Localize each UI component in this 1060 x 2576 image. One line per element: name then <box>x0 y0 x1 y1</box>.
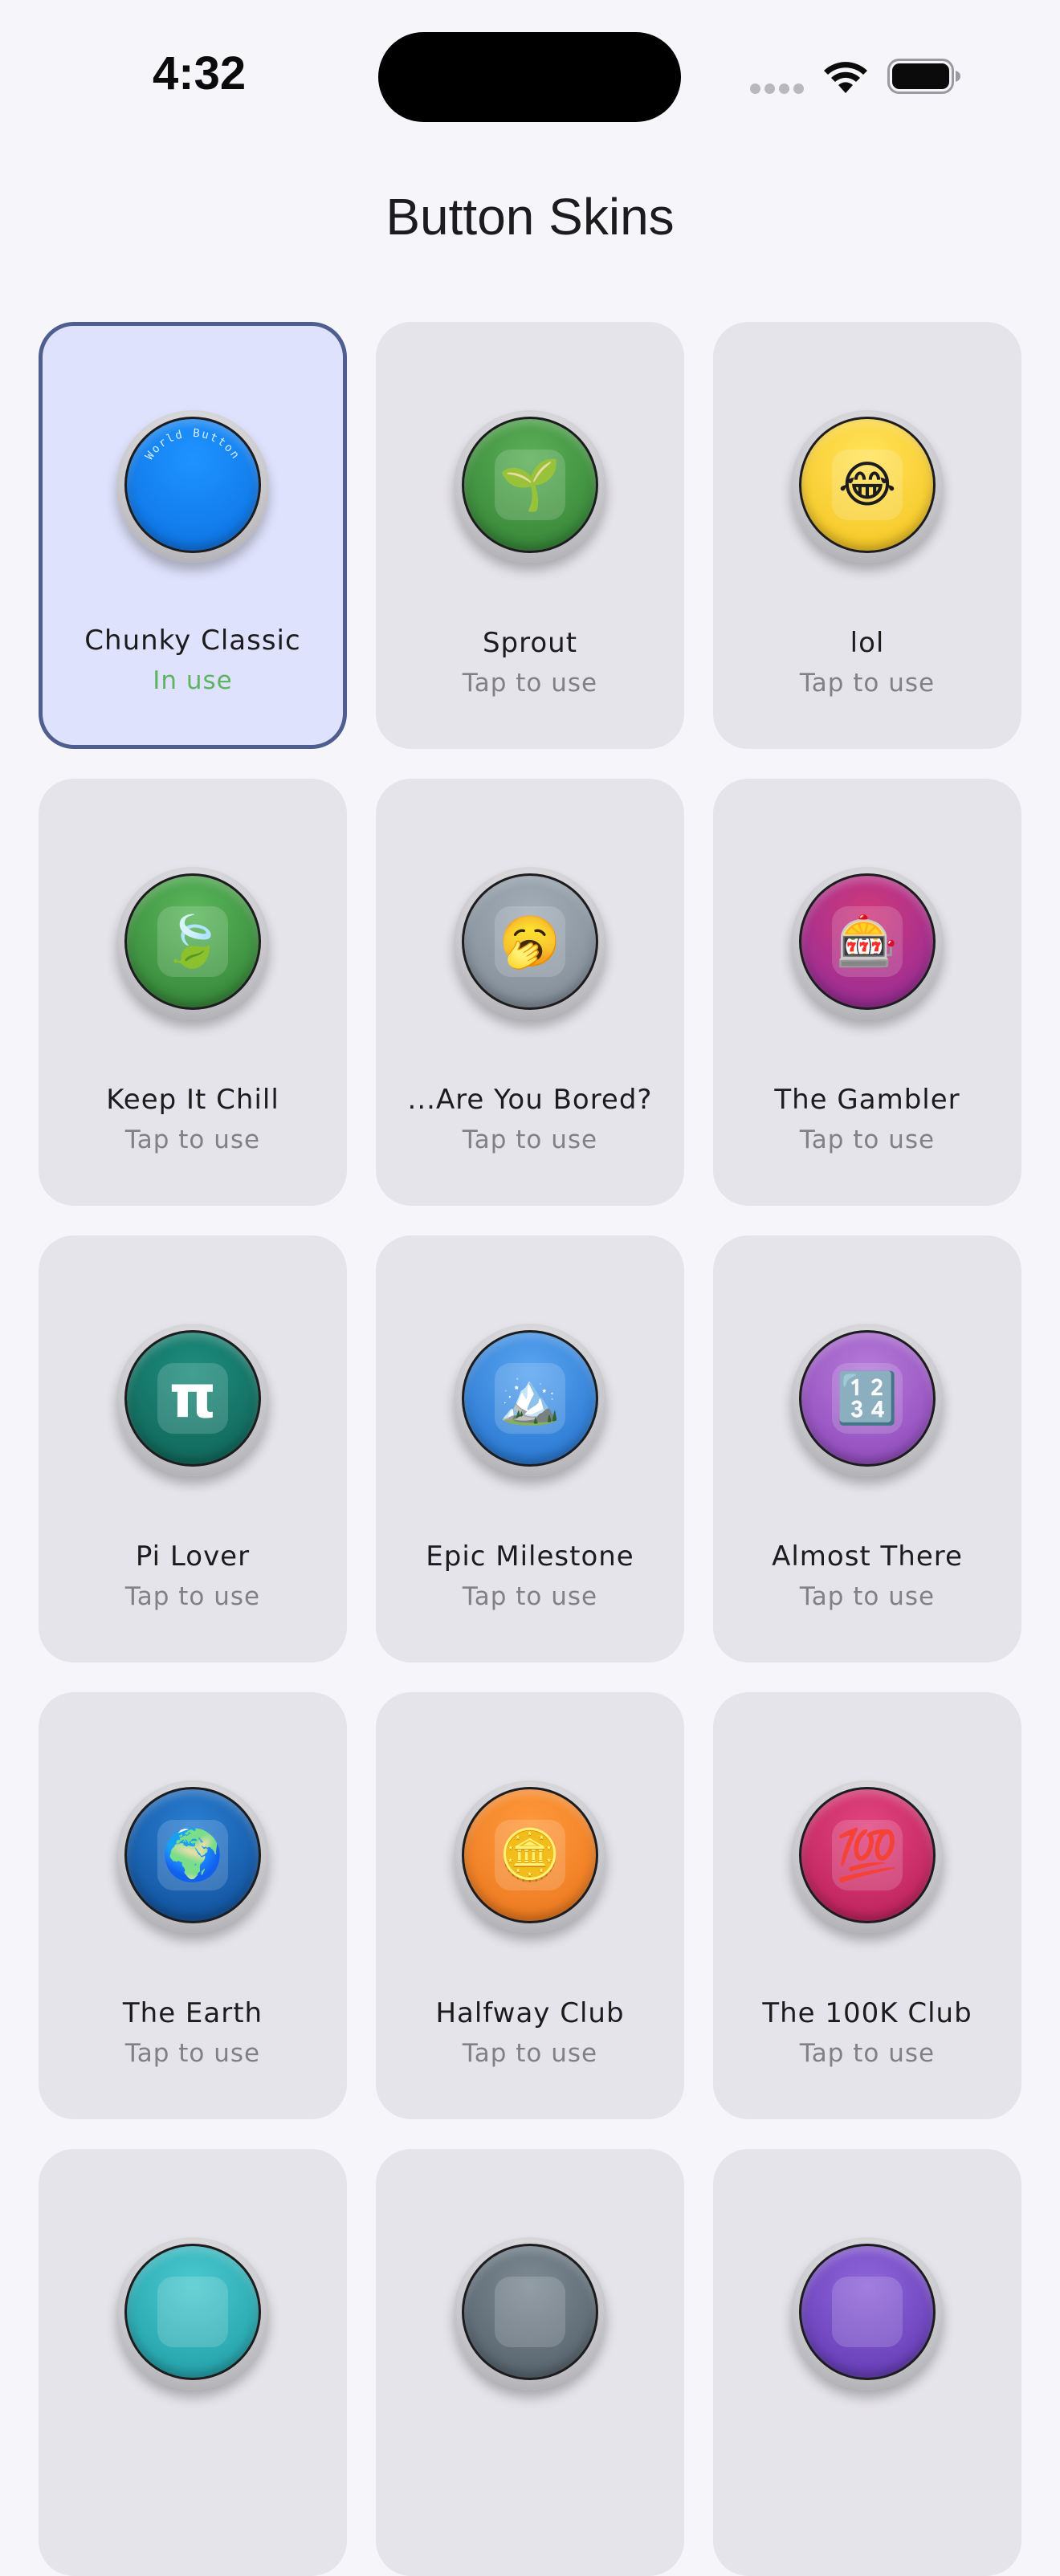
skin-name: Sprout <box>482 627 578 659</box>
skin-button-face: 🌍 <box>124 1787 261 1923</box>
skin-button-preview: 🥱 <box>454 867 606 1019</box>
pi-icon: π <box>169 1362 217 1431</box>
skin-card[interactable]: 🪙 Halfway Club Tap to use <box>376 1692 684 2119</box>
coin-icon: 🪙 <box>499 1825 561 1884</box>
yawning-face-icon: 🥱 <box>499 912 561 971</box>
skin-inner-highlight <box>495 2277 565 2347</box>
wifi-icon <box>824 62 867 93</box>
skin-button-preview: π <box>116 1324 269 1476</box>
page-title: Button Skins <box>385 188 675 246</box>
skin-name: Epic Milestone <box>426 1540 634 1573</box>
skin-card[interactable]: 🌱 Sprout Tap to use <box>376 322 684 749</box>
skin-card[interactable]: World Button Chunky Classic In use <box>39 322 347 749</box>
skin-name: Keep It Chill <box>106 1084 279 1116</box>
skin-status: Tap to use <box>462 669 598 698</box>
skin-button-preview <box>454 2237 606 2390</box>
skin-card[interactable]: 🥱 ...Are You Bored? Tap to use <box>376 779 684 1206</box>
skin-card[interactable]: 🍃 Keep It Chill Tap to use <box>39 779 347 1206</box>
status-time: 4:32 <box>153 47 247 100</box>
skin-name: Halfway Club <box>435 1997 625 2029</box>
skin-status: Tap to use <box>124 1582 261 1611</box>
skin-button-face: World Button <box>124 417 261 553</box>
skin-button-preview: 🎰 <box>791 867 944 1019</box>
skin-button-face: 💯 <box>799 1787 936 1923</box>
skin-button-face: 🏔️ <box>462 1330 598 1467</box>
skin-name: Chunky Classic <box>84 625 301 657</box>
skin-name: lol <box>850 627 885 659</box>
battery-icon <box>887 59 960 94</box>
numbers-icon: 🔢 <box>836 1369 899 1427</box>
skin-button-preview: 🌍 <box>116 1780 269 1933</box>
skin-button-preview: 🪙 <box>454 1780 606 1933</box>
skin-card[interactable] <box>376 2149 684 2576</box>
skin-card[interactable]: 🔢 Almost There Tap to use <box>713 1235 1021 1662</box>
skin-name: The Earth <box>122 1997 263 2029</box>
skin-card[interactable]: 💯 The 100K Club Tap to use <box>713 1692 1021 2119</box>
skin-button-preview: 😂 <box>791 410 944 563</box>
skin-button-face: 🎰 <box>799 873 936 1010</box>
skin-card[interactable]: π Pi Lover Tap to use <box>39 1235 347 1662</box>
status-bar: 4:32 <box>0 0 1060 144</box>
skin-button-face: 😂 <box>799 417 936 553</box>
skin-button-face: 🍃 <box>124 873 261 1010</box>
skin-status: Tap to use <box>124 1125 261 1154</box>
skin-button-face <box>799 2244 936 2380</box>
skin-button-face: π <box>124 1330 261 1467</box>
seedling-icon: 🌱 <box>499 455 561 514</box>
skin-inner-highlight <box>832 2277 903 2347</box>
skin-name: Almost There <box>772 1540 963 1573</box>
mountain-icon: 🏔️ <box>499 1369 561 1427</box>
skin-inner-highlight <box>157 2277 228 2347</box>
skin-button-preview: 🌱 <box>454 410 606 563</box>
dynamic-island <box>378 32 681 122</box>
world-button-arc-label: World Button <box>143 427 243 462</box>
arc-label-text: World Button <box>143 427 241 462</box>
skin-card[interactable] <box>713 2149 1021 2576</box>
slot-machine-icon: 🎰 <box>836 912 899 971</box>
skin-grid: World Button Chunky Classic In use 🌱 Sprout T… <box>39 322 1021 2576</box>
skin-button-face: 🌱 <box>462 417 598 553</box>
hundred-points-icon: 💯 <box>836 1825 899 1884</box>
skin-button-preview: 🏔️ <box>454 1324 606 1476</box>
skin-name: Pi Lover <box>135 1540 251 1573</box>
skin-button-preview <box>791 2237 944 2390</box>
skin-button-face: 🪙 <box>462 1787 598 1923</box>
skin-button-face: 🥱 <box>462 873 598 1010</box>
skin-name: ...Are You Bored? <box>407 1084 653 1116</box>
skin-status: Tap to use <box>799 2039 936 2068</box>
svg-text:World Button: World Button <box>143 427 243 462</box>
leaf-icon: 🍃 <box>161 912 224 971</box>
laughing-face-icon: 😂 <box>838 455 897 514</box>
skin-button-face: 🔢 <box>799 1330 936 1467</box>
skin-card[interactable]: 🏔️ Epic Milestone Tap to use <box>376 1235 684 1662</box>
skin-button-preview: 💯 <box>791 1780 944 1933</box>
skin-status: Tap to use <box>799 1582 936 1611</box>
globe-icon: 🌍 <box>161 1825 224 1884</box>
skin-status-in-use: In use <box>153 666 233 695</box>
cellular-signal-icon <box>750 83 806 95</box>
skin-status: Tap to use <box>124 2039 261 2068</box>
skin-status: Tap to use <box>799 1125 936 1154</box>
skin-button-preview: World Button <box>116 410 269 563</box>
skin-card[interactable]: 😂 lol Tap to use <box>713 322 1021 749</box>
skin-button-face <box>124 2244 261 2380</box>
skin-card[interactable] <box>39 2149 347 2576</box>
skin-status: Tap to use <box>462 1582 598 1611</box>
skin-status: Tap to use <box>462 1125 598 1154</box>
skin-button-face <box>462 2244 598 2380</box>
skin-button-preview: 🔢 <box>791 1324 944 1476</box>
skin-button-preview: 🍃 <box>116 867 269 1019</box>
skin-name: The 100K Club <box>762 1997 972 2029</box>
skin-status: Tap to use <box>462 2039 598 2068</box>
skin-card[interactable]: 🎰 The Gambler Tap to use <box>713 779 1021 1206</box>
skin-status: Tap to use <box>799 669 936 698</box>
skin-name: The Gambler <box>774 1084 960 1116</box>
skin-button-preview <box>116 2237 269 2390</box>
skin-card[interactable]: 🌍 The Earth Tap to use <box>39 1692 347 2119</box>
